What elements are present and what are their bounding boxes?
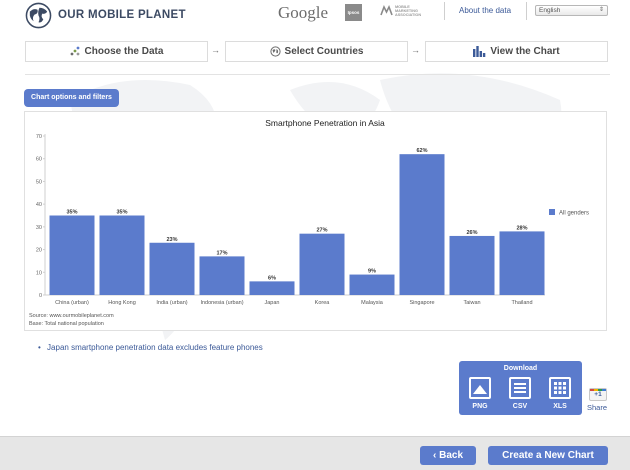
globe-logo-icon[interactable]: [25, 2, 52, 29]
gplus-color-strip: [590, 389, 606, 391]
step-arrow: →: [411, 45, 420, 55]
category-label: Indonesia (urban): [200, 300, 243, 306]
category-label: Malaysia: [361, 300, 384, 306]
chart-panel: Smartphone Penetration in Asia 0 10 20 30 40 5…: [24, 111, 607, 331]
download-csv-label[interactable]: CSV: [505, 403, 535, 410]
data-label: 6%: [268, 275, 276, 281]
footnote-bullet: •: [38, 343, 41, 352]
gplus-label: +1: [594, 391, 602, 398]
category-label: Singapore: [409, 300, 434, 306]
bar-chart-icon: [473, 45, 486, 57]
chart-title: Smartphone Penetration in Asia: [265, 118, 385, 128]
data-label: 35%: [116, 210, 127, 216]
y-tick-label: 0: [39, 293, 42, 299]
mma-text: MOBILE MARKETING ASSOCIATION: [395, 5, 422, 18]
mma-mark-icon: [380, 5, 393, 16]
bar: [299, 233, 345, 295]
header: OUR MOBILE PLANET Google Ipsos MOBILE MA…: [0, 0, 630, 36]
step-choose-label: Choose the Data: [84, 46, 164, 57]
google-plus-icon[interactable]: +1: [589, 388, 607, 401]
source-text: Source: www.ourmobileplanet.com: [29, 313, 114, 319]
download-xls-label[interactable]: XLS: [545, 403, 575, 410]
category-label: China (urban): [55, 300, 89, 306]
category-label: Hong Kong: [108, 300, 136, 306]
logo-text[interactable]: OUR MOBILE PLANET: [58, 9, 186, 21]
download-png-label[interactable]: PNG: [465, 403, 495, 410]
language-value: English: [539, 7, 561, 14]
category-label: India (urban): [156, 300, 187, 306]
step-select-countries[interactable]: Select Countries: [225, 41, 408, 62]
chart-options-button[interactable]: Chart options and filters: [24, 89, 119, 107]
category-label: Taiwan: [463, 300, 480, 306]
data-label: 27%: [316, 228, 327, 234]
divider: [25, 74, 610, 75]
y-tick-label: 10: [36, 270, 42, 276]
bar: [149, 242, 195, 295]
step-view-label: View the Chart: [490, 46, 560, 57]
category-label: Korea: [315, 300, 331, 306]
ipsos-logo: Ipsos: [345, 4, 362, 21]
download-csv-icon[interactable]: [509, 377, 531, 399]
header-divider: [526, 2, 527, 20]
y-tick-label: 20: [36, 248, 42, 254]
download-png-icon[interactable]: [469, 377, 491, 399]
back-button[interactable]: ‹ Back: [420, 446, 476, 465]
data-label: 26%: [466, 230, 477, 236]
header-divider: [444, 2, 445, 20]
footer-bar: ‹ Back Create a New Chart: [0, 436, 630, 470]
y-tick-label: 30: [36, 225, 42, 231]
download-panel: Download PNG CSV XLS: [459, 361, 582, 415]
bar: [49, 215, 95, 295]
step-arrow: →: [211, 45, 220, 55]
footnote: • Japan smartphone penetration data excl…: [38, 343, 263, 352]
download-title: Download: [503, 365, 538, 372]
globe-icon: [269, 46, 281, 57]
bar: [249, 281, 295, 295]
category-label: Thailand: [511, 300, 532, 306]
bar: [399, 154, 445, 295]
bar-chart: Smartphone Penetration in Asia 0 10 20 30 40 5…: [36, 118, 589, 306]
google-logo: Google: [278, 3, 329, 22]
data-label: 17%: [216, 250, 227, 256]
download-xls-icon[interactable]: [549, 377, 571, 399]
bar: [349, 274, 395, 295]
y-tick-label: 70: [36, 134, 42, 140]
footnote-text: Japan smartphone penetration data exclud…: [47, 343, 263, 352]
data-label: 35%: [66, 210, 77, 216]
select-arrows-icon: ⇕: [598, 7, 604, 13]
create-new-chart-button[interactable]: Create a New Chart: [488, 446, 608, 465]
y-tick-label: 50: [36, 179, 42, 185]
data-points-icon: [70, 46, 79, 56]
legend-swatch: [549, 209, 555, 215]
legend-label: All genders: [559, 211, 589, 217]
data-label: 28%: [516, 225, 527, 231]
bar: [99, 215, 145, 295]
bar: [449, 235, 495, 295]
data-label: 9%: [368, 269, 376, 275]
bar: [499, 231, 545, 295]
data-label: 23%: [166, 237, 177, 243]
share-label[interactable]: Share: [587, 403, 607, 412]
y-tick-label: 40: [36, 202, 42, 208]
bar: [199, 256, 245, 295]
y-tick-label: 60: [36, 157, 42, 163]
language-select[interactable]: English ⇕: [535, 5, 608, 16]
base-text: Base: Total national population: [29, 321, 104, 327]
step-countries-label: Select Countries: [284, 46, 364, 57]
step-view-chart[interactable]: View the Chart: [425, 41, 608, 62]
step-choose-data[interactable]: Choose the Data: [25, 41, 208, 62]
category-label: Japan: [265, 300, 280, 306]
about-data-link[interactable]: About the data: [459, 6, 511, 15]
data-label: 62%: [416, 148, 427, 154]
